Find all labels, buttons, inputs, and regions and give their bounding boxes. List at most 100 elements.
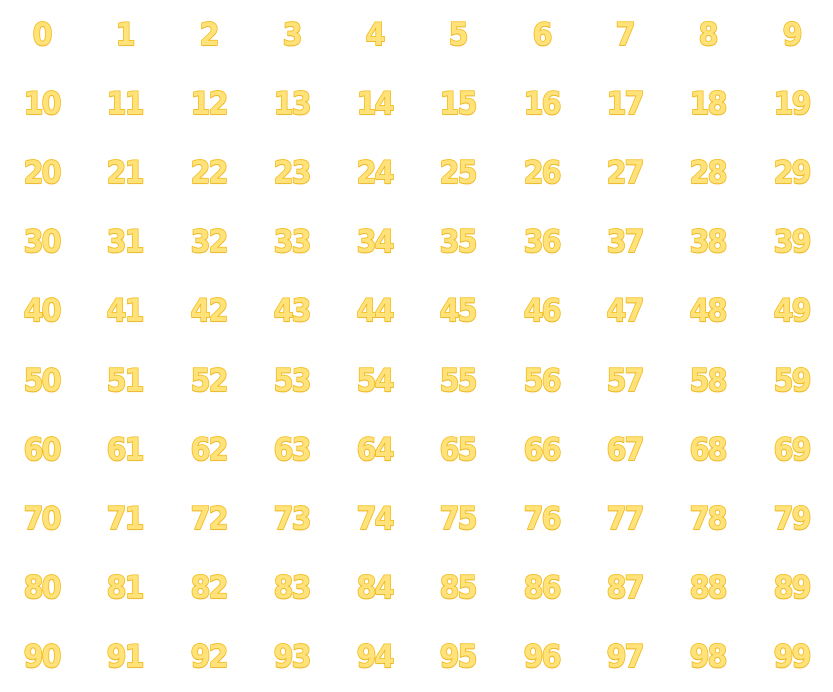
number-80: 80 [23,569,62,607]
number-53: 53 [273,362,312,400]
number-grid: 0 1 2 3 4 5 6 7 8 9 10 11 12 13 14 15 16 17 18 19 20 21 22 23 24… [0,0,833,692]
number-77: 77 [606,500,645,538]
number-92: 92 [189,638,228,676]
number-97: 97 [606,638,645,676]
number-82: 82 [189,569,228,607]
number-89: 89 [773,569,812,607]
number-35: 35 [439,223,478,261]
number-12: 12 [189,85,228,123]
number-49: 49 [773,293,812,331]
number-60: 60 [23,431,62,469]
number-14: 14 [356,85,395,123]
number-38: 38 [689,223,728,261]
number-64: 64 [356,431,395,469]
number-25: 25 [439,154,478,192]
number-62: 62 [189,431,228,469]
number-44: 44 [356,293,395,331]
number-69: 69 [773,431,812,469]
number-17: 17 [606,85,645,123]
number-78: 78 [689,500,728,538]
number-32: 32 [189,223,228,261]
number-66: 66 [523,431,562,469]
number-18: 18 [689,85,728,123]
number-36: 36 [523,223,562,261]
number-94: 94 [356,638,395,676]
number-96: 96 [523,638,562,676]
number-22: 22 [189,154,228,192]
number-1: 1 [115,16,136,54]
number-57: 57 [606,362,645,400]
number-45: 45 [439,293,478,331]
number-23: 23 [273,154,312,192]
number-83: 83 [273,569,312,607]
number-85: 85 [439,569,478,607]
number-88: 88 [689,569,728,607]
number-5: 5 [448,16,469,54]
number-65: 65 [439,431,478,469]
number-0: 0 [32,16,53,54]
number-34: 34 [356,223,395,261]
number-37: 37 [606,223,645,261]
number-99: 99 [773,638,812,676]
number-55: 55 [439,362,478,400]
number-40: 40 [23,293,62,331]
number-47: 47 [606,293,645,331]
number-74: 74 [356,500,395,538]
number-63: 63 [273,431,312,469]
number-58: 58 [689,362,728,400]
number-28: 28 [689,154,728,192]
number-59: 59 [773,362,812,400]
number-51: 51 [106,362,145,400]
number-27: 27 [606,154,645,192]
number-3: 3 [282,16,303,54]
number-87: 87 [606,569,645,607]
number-15: 15 [439,85,478,123]
number-16: 16 [523,85,562,123]
number-76: 76 [523,500,562,538]
number-98: 98 [689,638,728,676]
number-52: 52 [189,362,228,400]
number-91: 91 [106,638,145,676]
number-39: 39 [773,223,812,261]
number-11: 11 [106,85,145,123]
number-95: 95 [439,638,478,676]
number-46: 46 [523,293,562,331]
number-73: 73 [273,500,312,538]
number-71: 71 [106,500,145,538]
number-13: 13 [273,85,312,123]
number-50: 50 [23,362,62,400]
number-7: 7 [615,16,636,54]
number-56: 56 [523,362,562,400]
number-42: 42 [189,293,228,331]
number-31: 31 [106,223,145,261]
number-72: 72 [189,500,228,538]
number-81: 81 [106,569,145,607]
number-20: 20 [23,154,62,192]
number-21: 21 [106,154,145,192]
number-8: 8 [698,16,719,54]
number-67: 67 [606,431,645,469]
number-41: 41 [106,293,145,331]
number-29: 29 [773,154,812,192]
number-26: 26 [523,154,562,192]
number-86: 86 [523,569,562,607]
number-79: 79 [773,500,812,538]
number-61: 61 [106,431,145,469]
number-68: 68 [689,431,728,469]
number-54: 54 [356,362,395,400]
number-33: 33 [273,223,312,261]
number-75: 75 [439,500,478,538]
number-30: 30 [23,223,62,261]
number-9: 9 [782,16,803,54]
number-48: 48 [689,293,728,331]
number-6: 6 [532,16,553,54]
number-4: 4 [365,16,386,54]
number-24: 24 [356,154,395,192]
number-70: 70 [23,500,62,538]
number-84: 84 [356,569,395,607]
number-93: 93 [273,638,312,676]
number-10: 10 [23,85,62,123]
number-2: 2 [198,16,219,54]
number-90: 90 [23,638,62,676]
number-19: 19 [773,85,812,123]
